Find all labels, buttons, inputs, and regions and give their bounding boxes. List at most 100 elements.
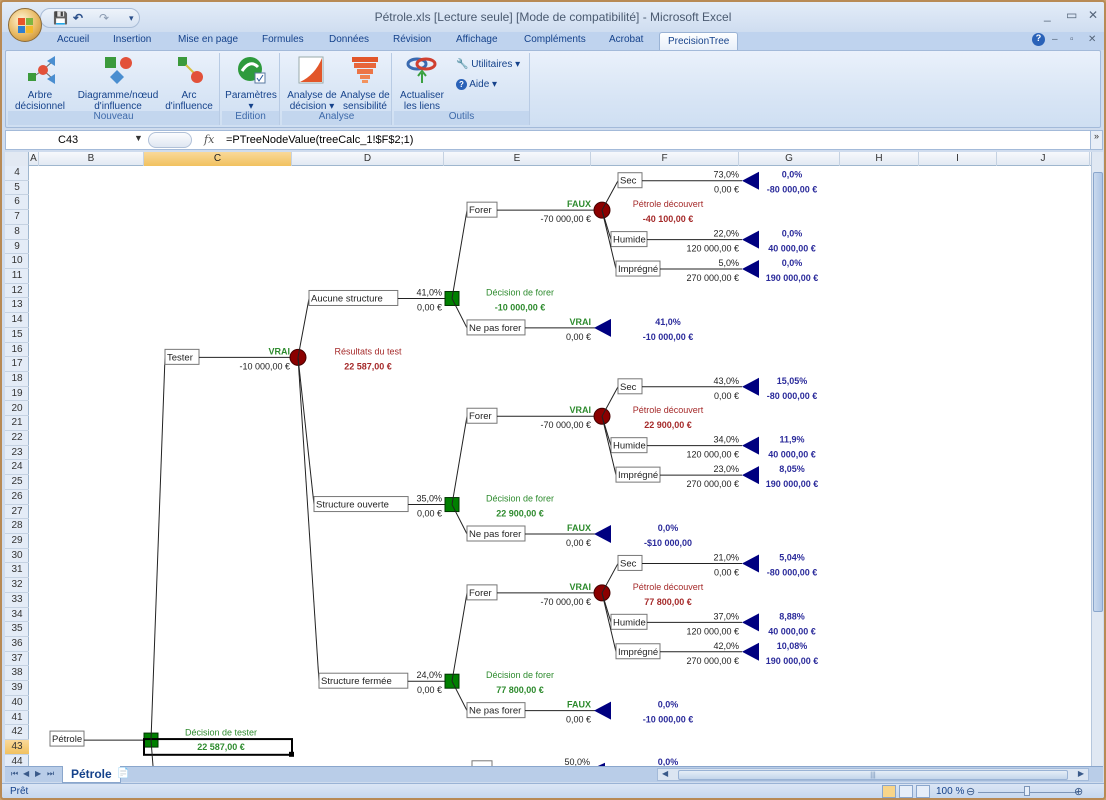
tab-accueil[interactable]: Accueil	[57, 34, 89, 45]
structure-1-outcome-2-value: 270 000,00 €	[686, 479, 739, 489]
structure-0-ne-pas-forer-label: Ne pas forer	[469, 323, 521, 334]
structure-1-outcome-2-terminal-node	[742, 466, 759, 485]
tab-insertion[interactable]: Insertion	[113, 34, 151, 45]
branch-line	[297, 298, 310, 358]
structure-0-outcome-2-terminal-node	[742, 260, 759, 279]
vertical-scroll-thumb[interactable]	[1093, 172, 1103, 612]
tab-formules[interactable]: Formules	[262, 34, 304, 45]
structure-1-outcome-0-prob: 43,0%	[713, 376, 739, 386]
settings-button[interactable]: Paramètres ▾	[224, 55, 278, 112]
page-layout-view-button[interactable]	[899, 785, 913, 798]
structure-2-outcome-2-label: Imprégné	[618, 647, 658, 658]
utilities-button[interactable]: 🔧 Utilitaires ▾	[456, 59, 520, 70]
influence-arc-button[interactable]: Arc d'influence	[160, 55, 218, 112]
help-icon[interactable]: ?	[1032, 33, 1045, 46]
influence-diagram-button[interactable]: Diagramme/nœud d'influence	[76, 55, 160, 112]
structure-2-outcome-2-prob: 42,0%	[713, 641, 739, 651]
structure-2-ne-pas-forer-result-prob: 0,0%	[658, 700, 679, 710]
insert-function-icon[interactable]: fx	[204, 133, 214, 146]
ribbon-tabs: Accueil Insertion Mise en page Formules …	[2, 32, 1104, 51]
horizontal-scrollbar[interactable]: ◀ ||| ▶	[657, 768, 1089, 781]
structure-2-forer-label: Forer	[469, 588, 492, 599]
formula-bar-splitter[interactable]	[148, 132, 192, 148]
vertical-scrollbar[interactable]	[1091, 152, 1103, 766]
tester-label: Tester	[167, 352, 193, 363]
ribbon: Arbre décisionnel Diagramme/nœud d'influ…	[5, 50, 1101, 128]
next-sheet-icon[interactable]: ▶	[35, 769, 41, 778]
tab-complements[interactable]: Compléments	[524, 34, 586, 45]
formula-input[interactable]: =PTreeNodeValue(treeCalc_1!$F$2;1)	[226, 134, 413, 146]
name-box[interactable]: C43	[6, 131, 146, 149]
worksheet-grid[interactable]: ABCDEFGHIJ 4 5 6 7 8 9 10 11 12 13 14 15 16 17 18 19 20 2…	[5, 152, 1091, 766]
structure-0-decision-value: -10 000,00 €	[495, 302, 546, 312]
tab-precisiontree[interactable]: PrecisionTree	[659, 32, 739, 51]
title-bar: 💾 ↶ ↷ ▾ Pétrole.xls [Lecture seule] [Mod…	[2, 2, 1104, 32]
last-sheet-icon[interactable]: ⏭	[47, 769, 54, 779]
structure-2-outcome-1-prob: 37,0%	[713, 611, 739, 621]
structure-0-outcome-1-result-value: 40 000,00 €	[768, 244, 816, 254]
structure-0-forer-value: -70 000,00 €	[540, 214, 591, 224]
structure-0-oil-value: -40 100,00 €	[643, 214, 694, 224]
structure-0-outcome-0-terminal-node	[742, 171, 759, 190]
structure-0-forer-label: Forer	[469, 205, 492, 216]
tester-flag: VRAI	[268, 346, 290, 356]
group-label-outils: Outils	[394, 111, 529, 125]
refresh-links-button[interactable]: Actualiser les liens	[398, 55, 446, 112]
minimize-button[interactable]: _	[1044, 8, 1051, 22]
structure-1-outcome-0-result-prob: 15,05%	[777, 376, 808, 386]
office-button[interactable]	[8, 8, 42, 42]
structure-2-ne-pas-forer-label: Ne pas forer	[469, 706, 521, 717]
structure-1-decision-value: 22 900,00 €	[496, 509, 544, 519]
scroll-right-icon[interactable]: ▶	[1078, 769, 1084, 778]
structure-2-ne-pas-forer-result-value: -10 000,00 €	[643, 715, 694, 725]
structure-0-ne-pas-forer-flag: VRAI	[569, 317, 591, 327]
zoom-level[interactable]: 100 %	[936, 786, 964, 797]
workbook-restore-button[interactable]: ▫	[1070, 34, 1074, 45]
normal-view-button[interactable]	[882, 785, 896, 798]
sensitivity-analysis-button[interactable]: Analyse de sensibilité	[338, 55, 392, 112]
zoom-in-icon[interactable]: ⊕	[1074, 785, 1083, 798]
prev-sheet-icon[interactable]: ◀	[23, 769, 29, 778]
workbook-minimize-button[interactable]: –	[1052, 34, 1058, 45]
tab-acrobat[interactable]: Acrobat	[609, 34, 643, 45]
page-break-view-button[interactable]	[916, 785, 930, 798]
decision-tree-button[interactable]: Arbre décisionnel	[10, 55, 70, 112]
decision-analysis-button[interactable]: Analyse de décision ▾	[286, 55, 338, 112]
close-button[interactable]: ✕	[1088, 8, 1098, 22]
structure-1-outcome-1-result-prob: 11,9%	[779, 435, 804, 445]
tab-revision[interactable]: Révision	[393, 34, 431, 45]
workbook-close-button[interactable]: ✕	[1088, 34, 1096, 45]
help-menu-button[interactable]: ? Aide ▾	[456, 79, 497, 90]
sheet-tab-petrole[interactable]: Pétrole	[62, 766, 121, 783]
branch-line	[451, 416, 468, 505]
structure-2-ne-pas-forer-value: 0,00 €	[566, 715, 591, 725]
group-label-nouveau: Nouveau	[8, 111, 219, 125]
structure-1-outcome-1-terminal-node	[742, 436, 759, 455]
structure-0-outcome-2-prob: 5,0%	[718, 258, 739, 268]
office-logo-icon	[18, 18, 34, 34]
zoom-slider-thumb[interactable]	[1024, 786, 1030, 796]
partial-prob: 50,0%	[564, 757, 590, 766]
settings-icon	[238, 57, 266, 84]
wrench-icon: 🔧	[456, 59, 469, 70]
zoom-out-icon[interactable]: ⊖	[966, 785, 975, 798]
scroll-left-icon[interactable]: ◀	[662, 769, 668, 778]
maximize-button[interactable]: ▭	[1066, 8, 1077, 22]
structure-1-ne-pas-forer-result-prob: 0,0%	[658, 523, 679, 533]
group-edition: Paramètres ▾ Edition	[222, 53, 280, 125]
structure-1-prob: 35,0%	[416, 494, 442, 504]
root-decision-value: 22 587,00 €	[197, 742, 245, 752]
group-analyse: Analyse de décision ▾ Analyse de sensibi…	[282, 53, 392, 125]
expand-formula-bar-icon[interactable]: »	[1090, 131, 1102, 149]
chevron-down-icon[interactable]: ▼	[134, 133, 143, 143]
structure-1-ne-pas-forer-terminal-node	[594, 525, 611, 543]
tab-affichage[interactable]: Affichage	[456, 34, 498, 45]
tab-donnees[interactable]: Données	[329, 34, 369, 45]
sensitivity-analysis-icon	[352, 57, 378, 83]
structure-1-oil-title: Pétrole découvert	[633, 405, 704, 415]
horizontal-scroll-thumb[interactable]: |||	[678, 770, 1068, 780]
tab-mise-en-page[interactable]: Mise en page	[178, 34, 238, 45]
structure-1-outcome-2-label: Imprégné	[618, 470, 658, 481]
first-sheet-icon[interactable]: ⏮	[11, 769, 18, 779]
insert-sheet-icon[interactable]: 📄	[117, 768, 129, 779]
